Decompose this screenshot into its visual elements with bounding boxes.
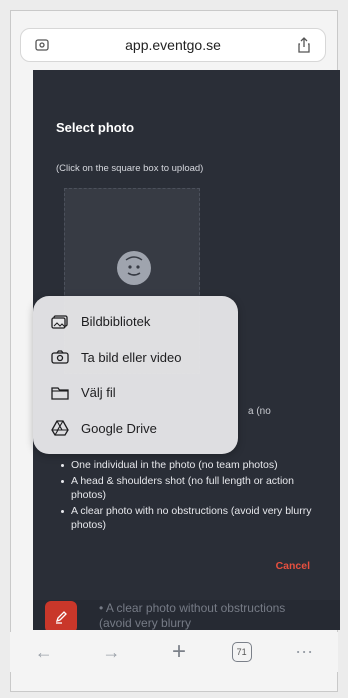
file-picker-menu: Bildbibliotek Ta bild eller video Välj f…	[33, 296, 238, 454]
menu-item-label: Välj fil	[81, 385, 116, 401]
background-rule-text: • A clear photo without obstructions (av…	[99, 601, 286, 630]
camera-icon	[51, 349, 71, 365]
rule-item: A clear photo with no obstructions (avoi…	[60, 504, 325, 532]
menu-item-choose-file[interactable]: Välj fil	[33, 375, 238, 411]
forward-arrow-icon[interactable]: →	[96, 642, 126, 663]
pencil-icon	[55, 611, 67, 624]
new-tab-plus-icon[interactable]: +	[164, 638, 194, 666]
rule-item: A head & shoulders shot (no full length …	[60, 474, 325, 502]
menu-item-label: Ta bild eller video	[81, 349, 182, 365]
folder-icon	[51, 385, 71, 401]
menu-item-google-drive[interactable]: Google Drive	[33, 411, 238, 447]
back-arrow-icon[interactable]: ←	[29, 642, 59, 663]
menu-item-take-photo[interactable]: Ta bild eller video	[33, 340, 238, 376]
browser-toolbar: ← → + 71 ⋯	[10, 632, 338, 672]
share-icon[interactable]	[293, 34, 315, 56]
tab-count-button[interactable]: 71	[231, 642, 252, 662]
rule-item: One individual in the photo (no team pho…	[60, 458, 325, 472]
google-drive-icon	[51, 420, 71, 436]
cancel-button[interactable]: Cancel	[276, 560, 310, 572]
url-text[interactable]: app.eventgo.se	[125, 37, 221, 53]
photo-library-icon	[51, 314, 71, 330]
photo-rules-list: One individual in the photo (no team pho…	[60, 458, 325, 534]
address-bar[interactable]: app.eventgo.se	[20, 28, 326, 62]
menu-item-photo-library[interactable]: Bildbibliotek	[33, 304, 238, 340]
edit-button[interactable]	[45, 601, 77, 630]
menu-item-label: Google Drive	[81, 420, 157, 436]
modal-title: Select photo	[56, 120, 135, 135]
avatar-placeholder-icon	[117, 251, 151, 285]
menu-item-label: Bildbibliotek	[81, 314, 151, 330]
modal-subtitle: (Click on the square box to upload)	[56, 163, 204, 174]
partial-rule-text: a (no	[248, 406, 271, 417]
page-settings-icon[interactable]	[31, 34, 53, 56]
more-menu-icon[interactable]: ⋯	[289, 642, 319, 663]
